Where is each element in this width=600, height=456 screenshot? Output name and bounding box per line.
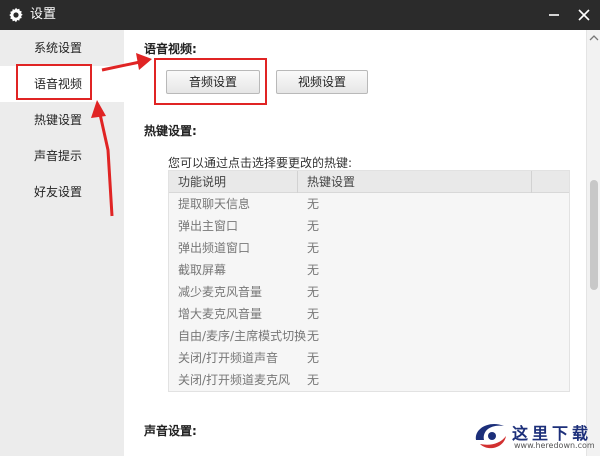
hotkeys-table: 功能说明 热键设置 提取聊天信息 无 弹出主窗口 无 弹出频道窗口 无 截取屏幕… (168, 170, 570, 392)
table-row[interactable]: 弹出频道窗口 无 (169, 237, 569, 259)
column-header-hotkey[interactable]: 热键设置 (298, 171, 532, 193)
sidebar-item-system[interactable]: 系统设置 (0, 30, 124, 66)
audio-settings-button[interactable]: 音频设置 (166, 70, 260, 94)
title-bar: 设置 (0, 0, 600, 30)
hotkey-cell: 无 (307, 351, 320, 365)
hotkeys-section-title: 热键设置: (144, 124, 197, 138)
table-row[interactable]: 截取屏幕 无 (169, 259, 569, 281)
hotkey-cell: 无 (307, 197, 320, 211)
scrollbar-thumb[interactable] (590, 180, 598, 290)
table-row[interactable]: 增大麦克风音量 无 (169, 303, 569, 325)
table-row[interactable]: 减少麦克风音量 无 (169, 281, 569, 303)
function-cell: 自由/麦序/主席模式切换 (178, 329, 307, 343)
function-cell: 提取聊天信息 (178, 197, 251, 211)
table-row[interactable]: 弹出主窗口 无 (169, 215, 569, 237)
sidebar-item-friends[interactable]: 好友设置 (0, 174, 124, 210)
sidebar-item-voice-video[interactable]: 语音视频 (0, 66, 124, 102)
hotkey-cell: 无 (307, 285, 320, 299)
function-cell: 弹出频道窗口 (178, 241, 251, 255)
function-cell: 截取屏幕 (178, 263, 227, 277)
voice-video-section-title: 语音视频: (144, 42, 197, 56)
column-header-function[interactable]: 功能说明 (169, 171, 298, 193)
settings-panel: 语音视频: 音频设置 视频设置 热键设置: 您可以通过点击选择要更改的热键: 功… (124, 30, 586, 456)
gear-icon (9, 7, 23, 23)
hotkey-cell: 无 (307, 263, 320, 277)
hotkey-cell: 无 (307, 329, 320, 343)
table-row[interactable]: 关闭/打开频道麦克风 无 (169, 369, 569, 391)
table-row[interactable]: 提取聊天信息 无 (169, 193, 569, 215)
sidebar-item-hotkeys[interactable]: 热键设置 (0, 102, 124, 138)
function-cell: 弹出主窗口 (178, 219, 239, 233)
video-settings-button[interactable]: 视频设置 (276, 70, 368, 94)
hotkeys-hint: 您可以通过点击选择要更改的热键: (168, 156, 353, 170)
watermark-logo-icon (475, 423, 506, 449)
table-header: 功能说明 热键设置 (169, 171, 569, 193)
close-icon[interactable] (575, 6, 593, 24)
function-cell: 关闭/打开频道麦克风 (178, 373, 291, 387)
table-row[interactable]: 自由/麦序/主席模式切换 无 (169, 325, 569, 347)
function-cell: 增大麦克风音量 (178, 307, 263, 321)
function-cell: 减少麦克风音量 (178, 285, 263, 299)
sidebar: 系统设置 语音视频 热键设置 声音提示 好友设置 (0, 30, 124, 456)
function-cell: 关闭/打开频道声音 (178, 351, 279, 365)
sound-section-title: 声音设置: (144, 424, 197, 438)
window-title: 设置 (30, 7, 57, 22)
minimize-icon[interactable] (545, 6, 563, 24)
sidebar-item-sound-alerts[interactable]: 声音提示 (0, 138, 124, 174)
hotkey-cell: 无 (307, 307, 320, 321)
watermark-url: www.heredown.com (514, 441, 595, 450)
watermark: 这里下载 www.heredown.com (470, 418, 596, 454)
hotkey-cell: 无 (307, 373, 320, 387)
table-row[interactable]: 关闭/打开频道声音 无 (169, 347, 569, 369)
hotkey-cell: 无 (307, 241, 320, 255)
scroll-up-icon[interactable] (589, 34, 599, 42)
hotkey-cell: 无 (307, 219, 320, 233)
scrollbar[interactable] (586, 30, 600, 456)
